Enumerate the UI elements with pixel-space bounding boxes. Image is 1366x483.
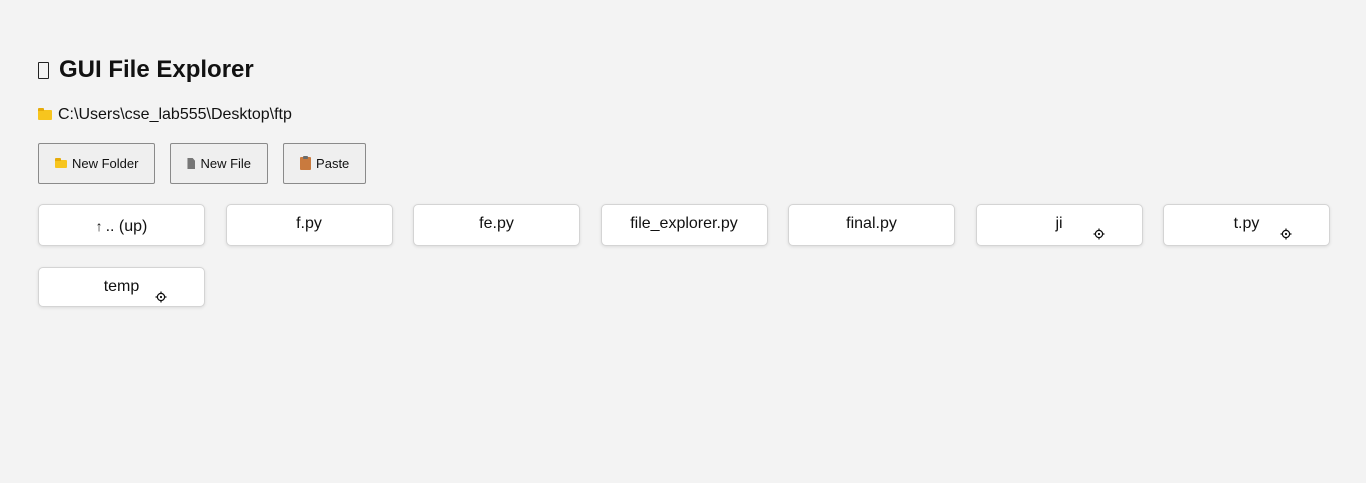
file-item[interactable]: final.py xyxy=(788,204,955,246)
missing-glyph-icon xyxy=(38,61,49,79)
file-item[interactable]: f.py xyxy=(225,204,393,246)
new-file-button[interactable]: New File xyxy=(170,143,269,184)
file-explorer-window: GUI File Explorer C:\Users\cse_lab555\De… xyxy=(0,0,1366,483)
new-folder-label: New Folder xyxy=(72,156,139,171)
entry-label: .. (up) xyxy=(105,218,148,235)
file-item[interactable]: file_explorer.py xyxy=(600,204,768,246)
entry-label: t.py xyxy=(1233,215,1260,232)
parent-directory-button[interactable]: ↑.. (up) xyxy=(38,204,205,246)
toolbar: New Folder New File Paste xyxy=(38,143,367,184)
gear-icon xyxy=(1093,228,1104,240)
new-file-label: New File xyxy=(200,156,252,171)
file-item[interactable]: fe.py xyxy=(413,204,580,246)
gear-icon xyxy=(1280,228,1292,240)
folder-item[interactable]: temp xyxy=(38,267,205,307)
folder-icon xyxy=(55,157,67,168)
entry-label: fe.py xyxy=(479,215,514,232)
new-folder-button[interactable]: New Folder xyxy=(38,143,156,184)
current-path: C:\Users\cse_lab555\Desktop\ftp xyxy=(38,105,292,125)
folder-item[interactable]: ji xyxy=(975,204,1143,246)
entry-label: f.py xyxy=(296,215,322,232)
folder-icon xyxy=(38,108,52,120)
file-icon xyxy=(187,158,196,169)
page-title: GUI File Explorer xyxy=(38,56,254,84)
entry-label: file_explorer.py xyxy=(630,215,738,232)
current-path-text: C:\Users\cse_lab555\Desktop\ftp xyxy=(58,106,292,123)
up-arrow-icon: ↑ xyxy=(95,218,103,234)
file-item[interactable]: t.py xyxy=(1163,204,1330,246)
file-grid: ↑.. (up) f.py fe.py file_explorer.py fin… xyxy=(38,204,1338,307)
entry-label: temp xyxy=(103,278,140,295)
clipboard-icon xyxy=(300,156,312,170)
entry-label: ji xyxy=(1055,215,1063,232)
paste-label: Paste xyxy=(316,156,350,171)
entry-label: final.py xyxy=(846,215,897,232)
page-title-text: GUI File Explorer xyxy=(59,56,254,83)
gear-icon xyxy=(155,291,167,303)
paste-button[interactable]: Paste xyxy=(283,143,367,184)
